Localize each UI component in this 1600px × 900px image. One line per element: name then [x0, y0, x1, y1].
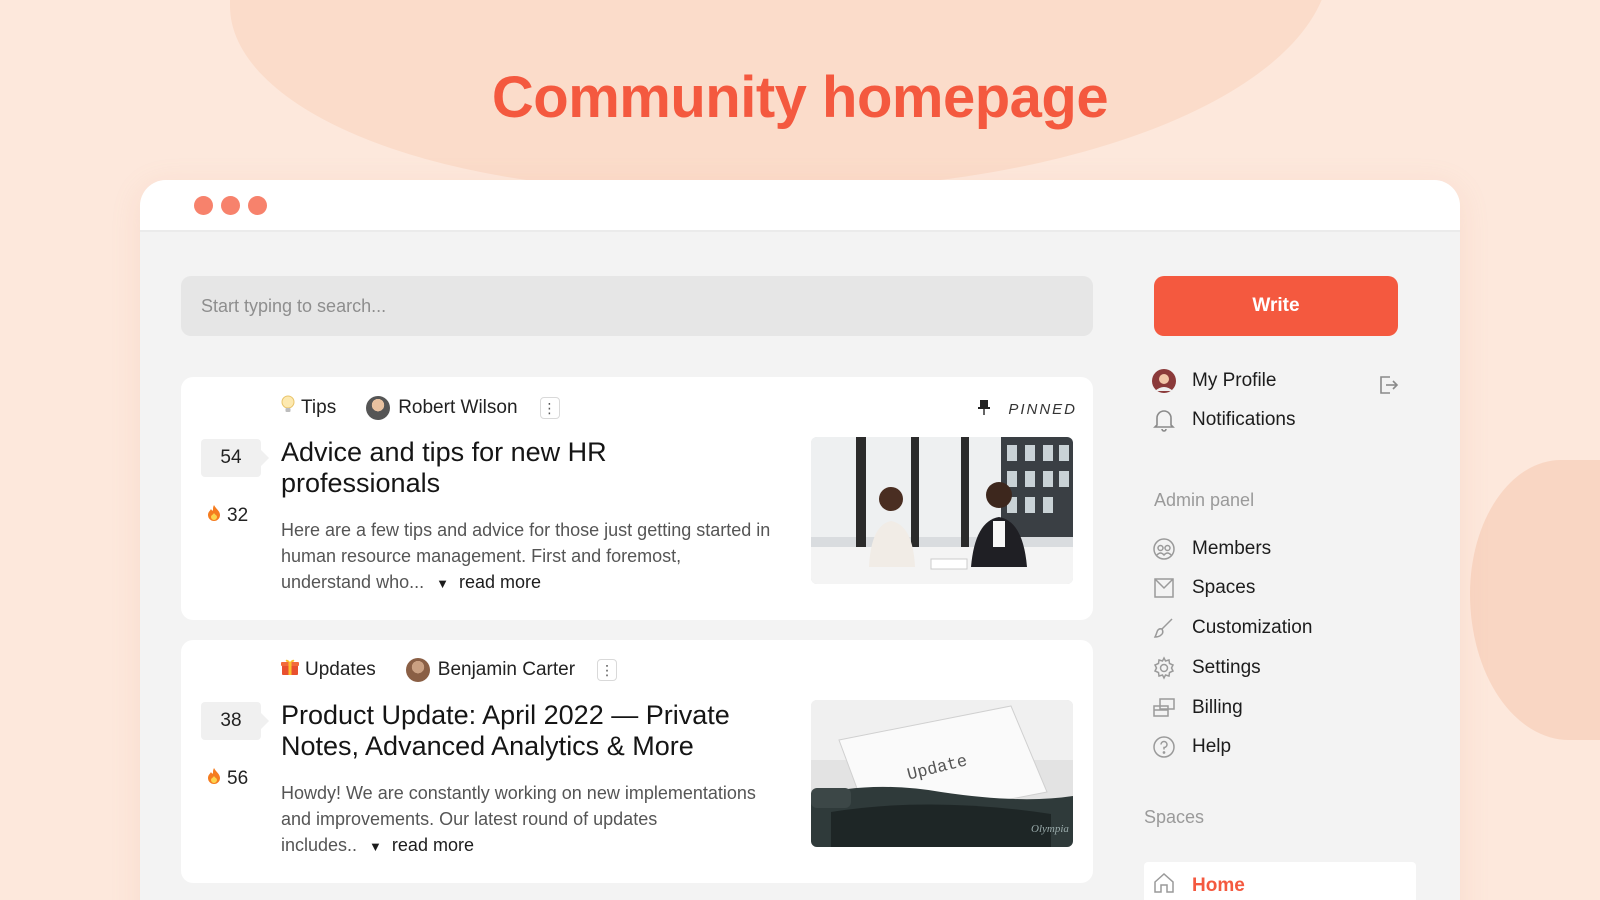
sidebar-item-help[interactable]: Help	[1152, 735, 1402, 759]
sidebar-item-customization[interactable]: Customization	[1152, 616, 1402, 640]
heat-value: 56	[227, 768, 249, 789]
post-author[interactable]: Benjamin Carter	[405, 658, 576, 682]
caret-down-icon: ▼	[436, 576, 449, 591]
heat-value: 32	[227, 505, 249, 526]
post-meta: Updates Benjamin Carter ⋮	[281, 658, 618, 682]
background-blob-right	[1470, 460, 1600, 740]
logout-icon[interactable]	[1376, 373, 1400, 402]
help-icon	[1152, 735, 1176, 759]
avatar	[366, 396, 391, 420]
window-dot-maximize[interactable]	[248, 195, 267, 215]
post-category-label: Updates	[305, 659, 376, 680]
bookmark-icon	[1152, 576, 1176, 600]
read-more-label: read more	[391, 835, 474, 855]
sidebar-item-spaces[interactable]: Spaces	[1152, 576, 1402, 600]
pinned-label: PINNED	[1008, 400, 1077, 418]
sidebar-item-label: Notifications	[1192, 409, 1296, 430]
post-thumbnail[interactable]	[811, 437, 1073, 584]
more-options-icon[interactable]: ⋮	[597, 659, 618, 681]
more-options-icon[interactable]: ⋮	[539, 397, 560, 419]
bell-icon	[1152, 408, 1176, 432]
lightbulb-icon	[281, 395, 295, 421]
sidebar-item-label: Billing	[1192, 697, 1243, 718]
members-icon	[1152, 537, 1176, 561]
hero-title: Community homepage	[491, 65, 1109, 130]
gear-icon	[1152, 656, 1176, 680]
post-thumbnail[interactable]: Update Olympia	[811, 700, 1073, 847]
avatar	[1152, 369, 1176, 393]
admin-panel-heading: Admin panel	[1154, 490, 1255, 510]
sidebar-item-label: Customization	[1192, 617, 1313, 638]
sidebar-item-my-profile[interactable]: My Profile	[1152, 369, 1402, 393]
sidebar-item-label: Members	[1192, 538, 1272, 559]
brush-icon	[1152, 616, 1176, 640]
heat-score: 32	[207, 504, 248, 528]
sidebar-item-settings[interactable]: Settings	[1152, 656, 1402, 680]
post-excerpt: Here are a few tips and advice for those…	[281, 517, 771, 597]
vote-count[interactable]: 38	[201, 702, 269, 740]
heat-score: 56	[207, 767, 248, 791]
sidebar-item-label: Settings	[1192, 657, 1261, 678]
caret-down-icon: ▼	[369, 839, 382, 854]
post-category-label: Tips	[301, 397, 337, 418]
window-titlebar	[140, 180, 1460, 232]
window-dot-close[interactable]	[194, 195, 213, 215]
sidebar-item-label: Home	[1192, 875, 1245, 896]
post-title[interactable]: Advice and tips for new HR professionals	[281, 437, 761, 499]
read-more-link[interactable]: ▼ read more	[436, 572, 541, 592]
pin-icon	[978, 399, 991, 419]
sidebar-item-label: Spaces	[1192, 577, 1256, 598]
write-button[interactable]: Write	[1154, 276, 1398, 336]
fire-icon	[207, 767, 221, 791]
post-title[interactable]: Product Update: April 2022 — Private Not…	[281, 700, 771, 762]
pinned-badge: PINNED	[978, 399, 1077, 419]
post-meta: Tips Robert Wilson ⋮	[281, 395, 560, 421]
billing-icon	[1152, 696, 1176, 720]
avatar	[405, 658, 430, 682]
typewriter-brand-text: Olympia	[1031, 823, 1069, 835]
sidebar-item-label: My Profile	[1192, 370, 1277, 391]
read-more-link[interactable]: ▼ read more	[369, 835, 474, 855]
post-card[interactable]: Updates Benjamin Carter ⋮ 38 56 Product …	[181, 640, 1093, 883]
excerpt-text: Howdy! We are constantly working on new …	[281, 783, 756, 855]
app-window: Tips Robert Wilson ⋮ PINNED 54 32 Advice…	[140, 180, 1460, 900]
post-excerpt: Howdy! We are constantly working on new …	[281, 780, 771, 860]
post-category[interactable]: Tips	[281, 395, 336, 421]
sidebar-item-billing[interactable]: Billing	[1152, 696, 1402, 720]
read-more-label: read more	[458, 572, 542, 592]
gift-icon	[281, 658, 299, 682]
author-name: Robert Wilson	[398, 397, 518, 418]
home-icon	[1152, 871, 1176, 900]
typewriter-update-photo: Update Olympia	[811, 700, 1073, 847]
fire-icon	[207, 504, 221, 528]
two-women-meeting-photo	[811, 437, 1073, 584]
sidebar-item-label: Help	[1192, 736, 1232, 757]
sidebar-item-home[interactable]: Home	[1144, 862, 1416, 900]
author-name: Benjamin Carter	[437, 659, 576, 680]
vote-count[interactable]: 54	[201, 439, 269, 477]
sidebar-item-members[interactable]: Members	[1152, 537, 1402, 561]
post-card[interactable]: Tips Robert Wilson ⋮ PINNED 54 32 Advice…	[181, 377, 1093, 620]
search-input[interactable]	[181, 276, 1093, 336]
window-dot-minimize[interactable]	[221, 195, 240, 215]
sidebar-item-notifications[interactable]: Notifications	[1152, 408, 1402, 432]
post-category[interactable]: Updates	[281, 658, 376, 682]
post-author[interactable]: Robert Wilson	[366, 396, 518, 420]
spaces-heading: Spaces	[1144, 807, 1205, 827]
